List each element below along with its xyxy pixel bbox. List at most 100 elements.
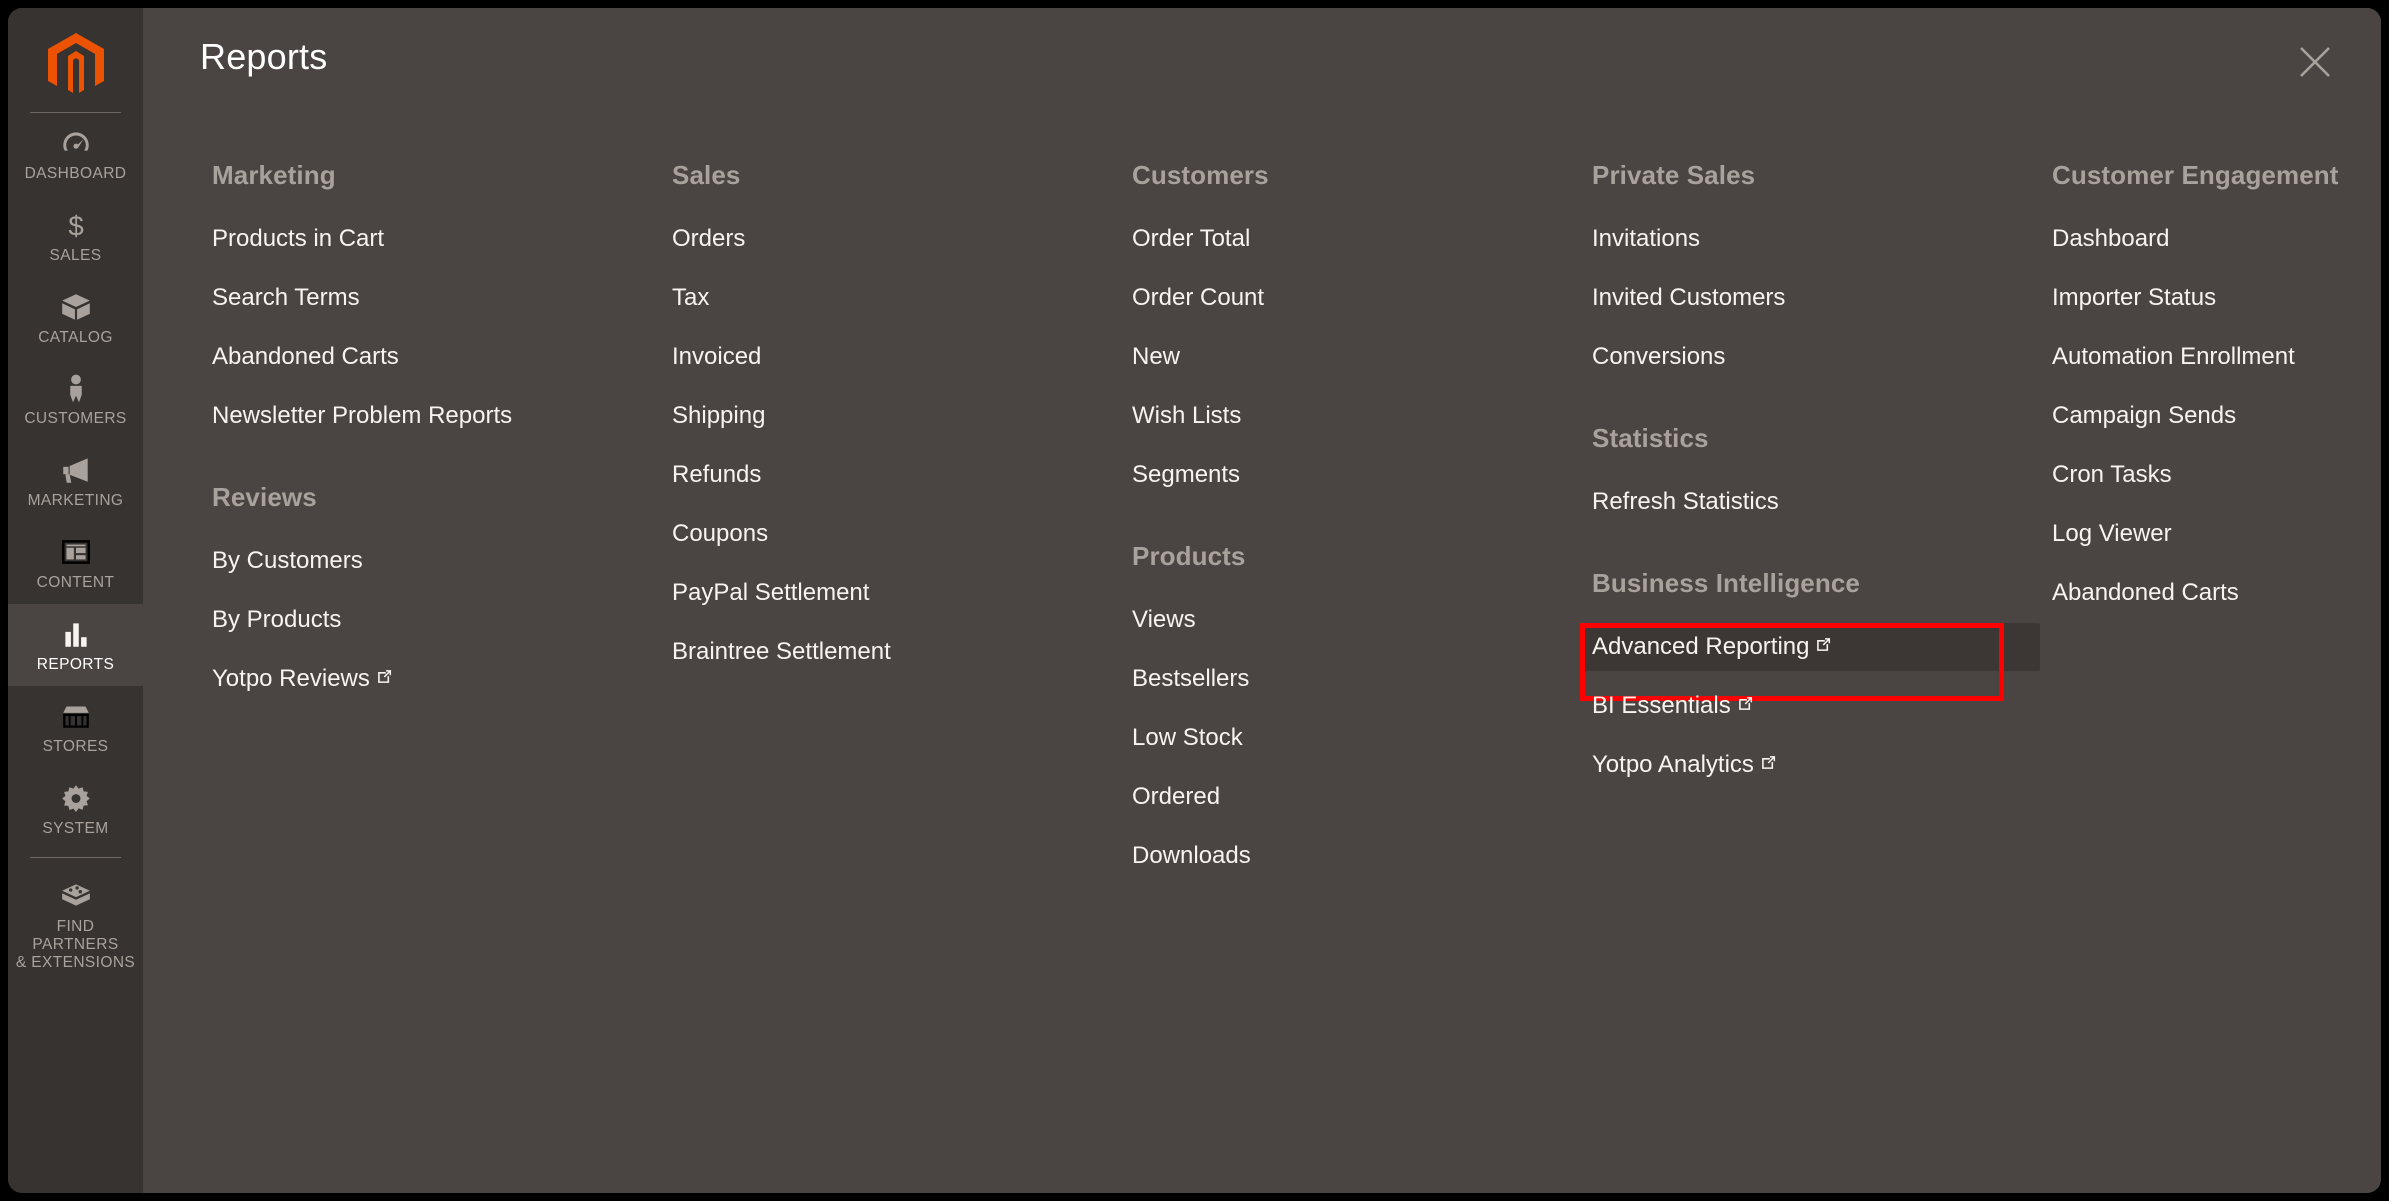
menu-link-label: Low Stock bbox=[1132, 724, 1243, 751]
menu-item-wrapper: Refunds bbox=[660, 451, 1120, 499]
admin-window: DASHBOARD $ SALES CATALOG CUSTOMERS MARKETING… bbox=[8, 8, 2381, 1193]
menu-link-label: Newsletter Problem Reports bbox=[212, 402, 513, 429]
blocks-icon bbox=[59, 879, 93, 913]
sidebar-item-dashboard[interactable]: DASHBOARD bbox=[8, 113, 143, 195]
sidebar-item-marketing[interactable]: MARKETING bbox=[8, 440, 143, 522]
menu-link-label: New bbox=[1132, 343, 1181, 370]
menu-item-wrapper: Newsletter Problem Reports bbox=[200, 392, 660, 440]
close-icon[interactable] bbox=[2291, 38, 2339, 86]
gauge-icon bbox=[59, 126, 93, 160]
menu-item-wrapper: Wish Lists bbox=[1120, 392, 1580, 440]
menu-link-label: Campaign Sends bbox=[2052, 402, 2237, 429]
menu-item-wrapper: Invoiced bbox=[660, 333, 1120, 381]
sidebar-item-find-partners-extensions[interactable]: FIND PARTNERS & EXTENSIONS bbox=[8, 866, 143, 983]
menu-link-invitations[interactable]: Invitations bbox=[1580, 215, 2040, 263]
menu-link-shipping[interactable]: Shipping bbox=[660, 392, 1120, 440]
reports-menu-columns: Marketing Products in Cart Search Terms Aba… bbox=[200, 160, 2361, 1183]
menu-link-yotpo-reviews[interactable]: Yotpo Reviews bbox=[200, 655, 660, 703]
menu-item-wrapper: Orders bbox=[660, 215, 1120, 263]
sidebar-item-customers[interactable]: CUSTOMERS bbox=[8, 358, 143, 440]
menu-item-wrapper: Tax bbox=[660, 274, 1120, 322]
menu-link-products-in-cart[interactable]: Products in Cart bbox=[200, 215, 660, 263]
menu-link-coupons[interactable]: Coupons bbox=[660, 510, 1120, 558]
menu-link-ordered[interactable]: Ordered bbox=[1120, 773, 1580, 821]
menu-link-cron-tasks[interactable]: Cron Tasks bbox=[2040, 451, 2381, 499]
menu-link-conversions[interactable]: Conversions bbox=[1580, 333, 2040, 381]
menu-link-advanced-reporting[interactable]: Advanced Reporting bbox=[1580, 623, 2040, 671]
menu-link-automation-enrollment[interactable]: Automation Enrollment bbox=[2040, 333, 2381, 381]
sidebar-item-sales[interactable]: $ SALES bbox=[8, 195, 143, 277]
person-icon bbox=[59, 371, 93, 405]
menu-link-invoiced[interactable]: Invoiced bbox=[660, 333, 1120, 381]
group-title-sales: Sales bbox=[672, 160, 741, 190]
menu-item-wrapper: Log Viewer bbox=[2040, 510, 2381, 558]
menu-item-wrapper: Conversions bbox=[1580, 333, 2040, 381]
sidebar-item-label: REPORTS bbox=[36, 655, 115, 673]
menu-link-label: Shipping bbox=[672, 402, 766, 429]
menu-item-wrapper: Ordered bbox=[1120, 773, 1580, 821]
magento-logo-icon[interactable] bbox=[8, 22, 143, 108]
menu-link-newsletter-problem-reports[interactable]: Newsletter Problem Reports bbox=[200, 392, 660, 440]
menu-link-braintree-settlement[interactable]: Braintree Settlement bbox=[660, 628, 1120, 676]
menu-link-label: Dashboard bbox=[2052, 225, 2170, 252]
menu-link-tax[interactable]: Tax bbox=[660, 274, 1120, 322]
sidebar-item-system[interactable]: SYSTEM bbox=[8, 768, 143, 850]
menu-link-label: Ordered bbox=[1132, 783, 1221, 810]
menu-link-dashboard[interactable]: Dashboard bbox=[2040, 215, 2381, 263]
external-link-icon bbox=[1816, 637, 1831, 652]
sidebar-item-reports[interactable]: REPORTS bbox=[8, 603, 143, 686]
menu-link-label: Cron Tasks bbox=[2052, 461, 2172, 488]
menu-link-bi-essentials[interactable]: BI Essentials bbox=[1580, 682, 2040, 730]
menu-item-wrapper: Refresh Statistics bbox=[1580, 478, 2040, 526]
menu-link-views[interactable]: Views bbox=[1120, 596, 1580, 644]
sidebar-item-stores[interactable]: STORES bbox=[8, 686, 143, 768]
menu-link-low-stock[interactable]: Low Stock bbox=[1120, 714, 1580, 762]
menu-column-2: Sales Orders Tax Invoiced Shipping Refunds Cou… bbox=[660, 160, 1120, 1183]
menu-link-by-customers[interactable]: By Customers bbox=[200, 537, 660, 585]
menu-link-importer-status[interactable]: Importer Status bbox=[2040, 274, 2381, 322]
group-title-statistics: Statistics bbox=[1592, 423, 1709, 453]
menu-link-orders[interactable]: Orders bbox=[660, 215, 1120, 263]
menu-link-label: Invitations bbox=[1592, 225, 1701, 252]
menu-link-by-products[interactable]: By Products bbox=[200, 596, 660, 644]
svg-text:$: $ bbox=[68, 210, 83, 241]
menu-column-3: Customers Order Total Order Count New Wish L… bbox=[1120, 160, 1580, 1183]
menu-link-label: Invoiced bbox=[672, 343, 762, 370]
menu-link-downloads[interactable]: Downloads bbox=[1120, 832, 1580, 880]
menu-link-abandoned-carts[interactable]: Abandoned Carts bbox=[2040, 569, 2381, 617]
menu-link-paypal-settlement[interactable]: PayPal Settlement bbox=[660, 569, 1120, 617]
menu-link-bestsellers[interactable]: Bestsellers bbox=[1120, 655, 1580, 703]
menu-link-label: Invited Customers bbox=[1592, 284, 1786, 311]
menu-link-label: Search Terms bbox=[212, 284, 360, 311]
menu-link-label: BI Essentials bbox=[1592, 692, 1731, 719]
menu-link-order-count[interactable]: Order Count bbox=[1120, 274, 1580, 322]
menu-item-wrapper: Downloads bbox=[1120, 832, 1580, 880]
menu-item-wrapper: Braintree Settlement bbox=[660, 628, 1120, 676]
menu-link-invited-customers[interactable]: Invited Customers bbox=[1580, 274, 2040, 322]
sidebar-item-catalog[interactable]: CATALOG bbox=[8, 277, 143, 359]
menu-link-label: Views bbox=[1132, 606, 1196, 633]
menu-link-segments[interactable]: Segments bbox=[1120, 451, 1580, 499]
menu-link-refresh-statistics[interactable]: Refresh Statistics bbox=[1580, 478, 2040, 526]
menu-link-label: PayPal Settlement bbox=[672, 579, 870, 606]
menu-link-label: Yotpo Reviews bbox=[212, 665, 370, 692]
menu-link-log-viewer[interactable]: Log Viewer bbox=[2040, 510, 2381, 558]
gear-icon bbox=[59, 781, 93, 815]
sidebar-item-label: SYSTEM bbox=[42, 819, 109, 837]
menu-item-wrapper: Shipping bbox=[660, 392, 1120, 440]
menu-item-wrapper: Products in Cart bbox=[200, 215, 660, 263]
sidebar-item-content[interactable]: CONTENT bbox=[8, 522, 143, 604]
group-title-customers: Customers bbox=[1132, 160, 1269, 190]
menu-link-search-terms[interactable]: Search Terms bbox=[200, 274, 660, 322]
menu-link-label: Tax bbox=[672, 284, 710, 311]
menu-link-wish-lists[interactable]: Wish Lists bbox=[1120, 392, 1580, 440]
menu-link-order-total[interactable]: Order Total bbox=[1120, 215, 1580, 263]
menu-link-yotpo-analytics[interactable]: Yotpo Analytics bbox=[1580, 741, 2040, 789]
menu-link-new[interactable]: New bbox=[1120, 333, 1580, 381]
menu-link-refunds[interactable]: Refunds bbox=[660, 451, 1120, 499]
external-link-icon bbox=[1738, 696, 1753, 711]
menu-link-abandoned-carts[interactable]: Abandoned Carts bbox=[200, 333, 660, 381]
menu-link-campaign-sends[interactable]: Campaign Sends bbox=[2040, 392, 2381, 440]
sidebar-item-label: CUSTOMERS bbox=[24, 410, 127, 428]
menu-column-1: Marketing Products in Cart Search Terms Aba… bbox=[200, 160, 660, 1183]
